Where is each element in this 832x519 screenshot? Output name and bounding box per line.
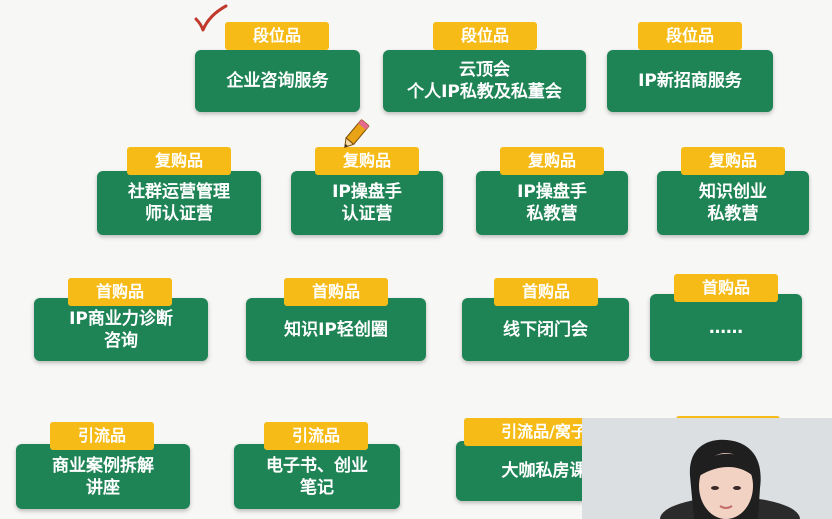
card-line: 个人IP私教及私董会 <box>407 82 562 102</box>
card-tag: 复购品 <box>127 147 231 175</box>
card-tag: 段位品 <box>225 22 329 50</box>
card-tag: 首购品 <box>494 278 598 306</box>
card-community-ops: 社群运营管理 师认证营 复购品 <box>97 147 261 235</box>
card-tag: 首购品 <box>284 278 388 306</box>
card-enterprise-consulting: 企业咨询服务 段位品 <box>195 22 360 112</box>
card-offline-meeting: 线下闭门会 首购品 <box>462 278 629 361</box>
card-ip-operator-cert: IP操盘手 认证营 复购品 <box>291 147 443 235</box>
card-line: IP操盘手 <box>517 182 587 202</box>
card-ip-operator-private: IP操盘手 私教营 复购品 <box>476 147 628 235</box>
card-case-lecture: 商业案例拆解 讲座 引流品 <box>16 422 190 509</box>
card-line: 企业咨询服务 <box>226 71 329 91</box>
card-body: IP操盘手 私教营 <box>476 171 628 235</box>
card-line: 讲座 <box>86 477 120 498</box>
webcam-overlay <box>582 418 832 519</box>
card-line: 线下闭门会 <box>503 319 588 340</box>
card-line: IP操盘手 <box>332 182 402 202</box>
card-ebook: 电子书、创业 笔记 引流品 <box>234 422 400 509</box>
card-tag: 复购品 <box>500 147 604 175</box>
card-tag: 段位品 <box>638 22 742 50</box>
card-line: 师认证营 <box>145 204 213 224</box>
card-tag: 首购品 <box>68 278 172 306</box>
card-cloud-summit: 云顶会 个人IP私教及私董会 段位品 <box>383 22 586 112</box>
card-line: IP新招商服务 <box>638 71 742 91</box>
card-body: 企业咨询服务 <box>195 50 360 112</box>
card-tag: 引流品 <box>264 422 368 450</box>
card-tag: 段位品 <box>433 22 537 50</box>
card-body: 社群运营管理 师认证营 <box>97 171 261 235</box>
card-ip-diagnosis: IP商业力诊断 咨询 首购品 <box>34 278 208 361</box>
card-body: 知识创业 私教营 <box>657 171 809 235</box>
card-line: 大咖私房课 <box>501 461 587 481</box>
card-line: 笔记 <box>300 477 334 498</box>
card-line: 商业案例拆解 <box>52 455 154 476</box>
card-line: 电子书、创业 <box>266 455 368 476</box>
card-body: IP操盘手 认证营 <box>291 171 443 235</box>
card-knowledge-startup: 知识创业 私教营 复购品 <box>657 147 809 235</box>
card-line: …… <box>709 317 743 338</box>
presenter-image <box>582 418 832 519</box>
card-body: 电子书、创业 笔记 <box>234 444 400 509</box>
card-tag: 首购品 <box>674 274 778 302</box>
card-line: 社群运营管理 <box>128 182 230 202</box>
card-tag: 引流品 <box>50 422 154 450</box>
pencil-icon <box>344 119 370 148</box>
card-line: 私教营 <box>707 204 759 224</box>
card-body: …… <box>650 294 802 361</box>
card-line: 认证营 <box>341 204 393 224</box>
card-line: 云顶会 <box>459 60 510 80</box>
card-ip-light-circle: 知识IP轻创圈 首购品 <box>246 278 426 361</box>
card-body: IP新招商服务 <box>607 50 773 112</box>
card-body: 知识IP轻创圈 <box>246 298 426 361</box>
card-body: 商业案例拆解 讲座 <box>16 444 190 509</box>
card-line: 咨询 <box>104 330 138 351</box>
card-ip-investment: IP新招商服务 段位品 <box>607 22 773 112</box>
card-line: IP商业力诊断 <box>69 308 173 329</box>
card-line: 知识创业 <box>699 182 767 202</box>
check-mark-icon <box>194 4 228 32</box>
card-line: 知识IP轻创圈 <box>284 319 388 340</box>
card-body: 线下闭门会 <box>462 298 629 361</box>
card-more: …… 首购品 <box>650 274 802 361</box>
card-line: 私教营 <box>526 204 578 224</box>
card-body: IP商业力诊断 咨询 <box>34 298 208 361</box>
card-body: 云顶会 个人IP私教及私董会 <box>383 50 586 112</box>
card-tag: 复购品 <box>681 147 785 175</box>
